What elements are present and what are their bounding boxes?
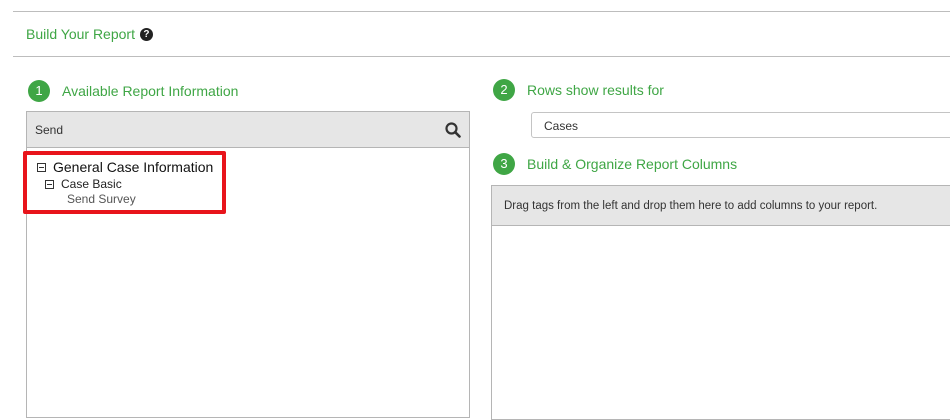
dropzone-hint: Drag tags from the left and drop them he…: [492, 186, 950, 226]
search-input[interactable]: Send: [35, 123, 63, 137]
step-3-label: Build & Organize Report Columns: [527, 156, 738, 172]
step-1-label: Available Report Information: [62, 83, 239, 99]
step-3-badge: 3: [493, 153, 515, 175]
highlight-box: [23, 151, 226, 214]
step-1-badge: 1: [28, 80, 50, 102]
rows-results-select[interactable]: Cases: [531, 112, 950, 138]
top-divider: [13, 11, 950, 12]
search-icon[interactable]: [445, 122, 461, 138]
step-2-badge: 2: [493, 79, 515, 101]
page-title-text: Build Your Report: [26, 26, 135, 42]
question-circle-icon[interactable]: ?: [139, 27, 153, 41]
page-title: Build Your Report ?: [26, 26, 153, 42]
step-2-heading: 2 Rows show results for: [493, 79, 664, 101]
header-divider: [13, 56, 950, 57]
step-2-label: Rows show results for: [527, 82, 664, 98]
search-bar[interactable]: Send: [26, 111, 470, 148]
report-columns-dropzone[interactable]: Drag tags from the left and drop them he…: [491, 185, 950, 420]
step-1-heading: 1 Available Report Information: [28, 80, 238, 102]
step-3-heading: 3 Build & Organize Report Columns: [493, 153, 737, 175]
